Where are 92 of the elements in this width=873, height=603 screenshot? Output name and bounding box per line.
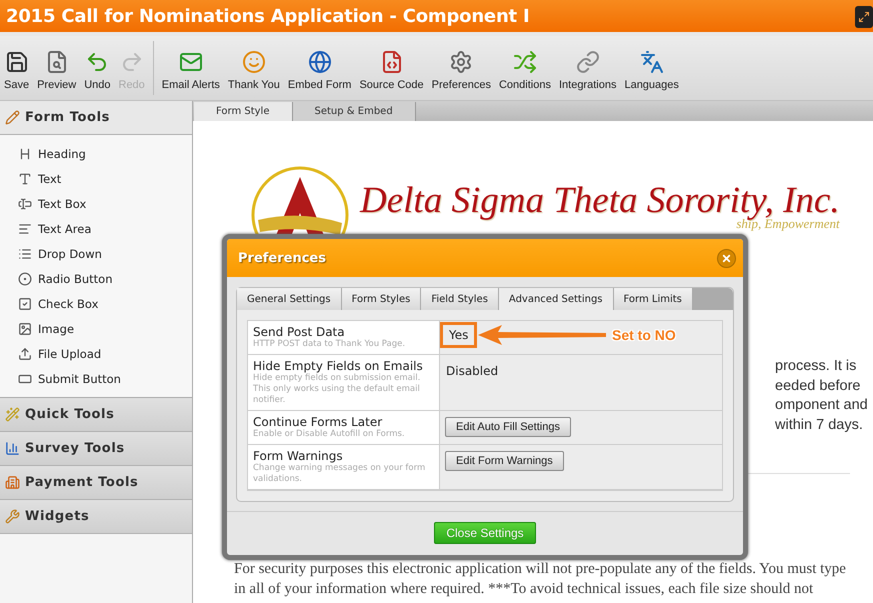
- image-icon: [18, 322, 32, 336]
- sidebar-section-header[interactable]: Widgets: [0, 500, 192, 534]
- sidebar-item-label: Text Area: [38, 222, 92, 236]
- section-title: Widgets: [25, 509, 90, 524]
- expand-icon: [858, 11, 870, 23]
- sidebar-item-label: Check Box: [38, 296, 98, 310]
- sidebar-item[interactable]: Submit Button: [0, 366, 192, 391]
- setting-label: Continue Forms Later: [253, 415, 384, 429]
- sidebar-item[interactable]: Text: [0, 166, 192, 191]
- setting-value[interactable]: Yes: [440, 322, 478, 348]
- dialog-tab[interactable]: Field Styles: [421, 288, 499, 310]
- wrench-icon: [5, 509, 20, 524]
- annotation-note: Set to NO: [612, 327, 676, 343]
- dropdown-icon: [18, 246, 32, 260]
- editor-tab[interactable]: Form Style: [194, 102, 292, 121]
- close-icon: [721, 252, 732, 264]
- sidebar-item[interactable]: Text Area: [0, 216, 192, 241]
- toolbar-button[interactable]: Preferences: [428, 42, 495, 94]
- toolbar-button[interactable]: Preview: [33, 42, 80, 94]
- building-icon: [5, 475, 20, 490]
- setting-label: Form Warnings: [253, 449, 344, 463]
- sidebar-item-label: Text: [38, 172, 62, 186]
- sidebar-item-label: Heading: [38, 146, 86, 160]
- bar-chart-icon: [5, 441, 20, 456]
- sidebar-section-header[interactable]: Quick Tools: [0, 398, 192, 432]
- section-title: Survey Tools: [25, 441, 125, 456]
- chain-link-icon: [576, 50, 600, 74]
- magic-wand-icon: [5, 407, 20, 422]
- sidebar-item-label: Image: [38, 322, 74, 336]
- dialog-tab[interactable]: Form Styles: [342, 288, 422, 310]
- toolbar-button[interactable]: Languages: [620, 42, 683, 94]
- text-icon: [18, 172, 32, 186]
- sidebar-section-header[interactable]: Survey Tools: [0, 432, 192, 466]
- toolbar-button[interactable]: Save: [0, 42, 34, 94]
- sidebar-item[interactable]: Radio Button: [0, 266, 192, 291]
- sidebar-item-label: Submit Button: [38, 372, 121, 386]
- setting-description: Enable or Disable Autofill on Forms.: [253, 429, 406, 440]
- radio-icon: [18, 272, 32, 286]
- toolbar-button[interactable]: Source Code: [355, 42, 428, 94]
- toolbar-button[interactable]: Thank You: [224, 42, 284, 94]
- toolbar-button[interactable]: Email Alerts: [158, 42, 224, 94]
- heading-icon: [18, 146, 32, 160]
- sidebar-item-label: Drop Down: [38, 246, 102, 260]
- text-box-icon: [18, 196, 32, 210]
- translate-icon: [640, 50, 664, 74]
- fullscreen-button[interactable]: [855, 6, 873, 28]
- setting-label: Hide Empty Fields on Emails: [253, 359, 424, 373]
- dialog-tab[interactable]: Advanced Settings: [498, 288, 614, 310]
- dialog-tab[interactable]: Form Limits: [614, 288, 693, 310]
- sidebar-item[interactable]: Image: [0, 316, 192, 341]
- upload-icon: [18, 346, 32, 360]
- editor-tab[interactable]: Setup & Embed: [292, 102, 416, 121]
- setting-button[interactable]: Edit Form Warnings: [445, 451, 564, 471]
- close-button[interactable]: [717, 248, 736, 268]
- sidebar-item[interactable]: File Upload: [0, 341, 192, 366]
- dialog-title: Preferences: [238, 250, 326, 266]
- toolbar-button[interactable]: Conditions: [494, 42, 555, 94]
- section-title: Quick Tools: [25, 407, 114, 422]
- toolbar-button[interactable]: Integrations: [554, 42, 620, 94]
- intro-text: within 7 days.: [775, 416, 864, 434]
- pencil-icon: [5, 110, 20, 125]
- sidebar-section-header[interactable]: Payment Tools: [0, 466, 192, 500]
- settings-icon: [449, 50, 474, 74]
- sidebar-section-header[interactable]: Form Tools: [0, 101, 192, 135]
- sidebar-item-label: Text Box: [38, 196, 86, 210]
- crossed-arrows-icon: [512, 50, 537, 74]
- section-title: Form Tools: [25, 110, 110, 125]
- intro-text: eeded before: [775, 376, 862, 396]
- window-title: 2015 Call for Nominations Application - Component I: [6, 6, 530, 26]
- globe-icon: [308, 50, 332, 74]
- setting-value[interactable]: Disabled: [445, 359, 500, 383]
- dialog-tab[interactable]: General Settings: [237, 288, 342, 310]
- setting-button[interactable]: Edit Auto Fill Settings: [445, 417, 571, 437]
- sidebar-item[interactable]: Heading: [0, 141, 192, 166]
- security-notice: For security purposes this electronic application will not pre-populate any of the fields. You must type in all of your information where required. ***To avoid technical issues, each file size should not: [234, 560, 847, 599]
- setting-label: Send Post Data: [253, 325, 346, 339]
- sidebar-item-label: Radio Button: [38, 272, 112, 286]
- setting-description: Change warning messages on your form validations.: [253, 463, 426, 485]
- toolbar-button[interactable]: Undo: [80, 42, 114, 94]
- text-area-icon: [18, 222, 32, 236]
- sidebar-item[interactable]: Text Box: [0, 191, 192, 216]
- setting-description: Hide empty fields on submission email. This only works using the default email notifier.: [253, 373, 422, 406]
- checkbox-icon: [18, 296, 32, 310]
- toolbar-button[interactable]: Embed Form: [284, 42, 356, 94]
- sidebar-item[interactable]: Check Box: [0, 291, 192, 316]
- intro-text: omponent and: [775, 396, 869, 415]
- smiley-icon: [242, 50, 266, 74]
- section-title: Payment Tools: [25, 475, 138, 490]
- intro-text: process. It is: [775, 357, 858, 376]
- sidebar-item[interactable]: Drop Down: [0, 241, 192, 266]
- setting-description: HTTP POST data to Thank You Page.: [253, 339, 406, 350]
- sidebar-item-label: File Upload: [38, 346, 102, 360]
